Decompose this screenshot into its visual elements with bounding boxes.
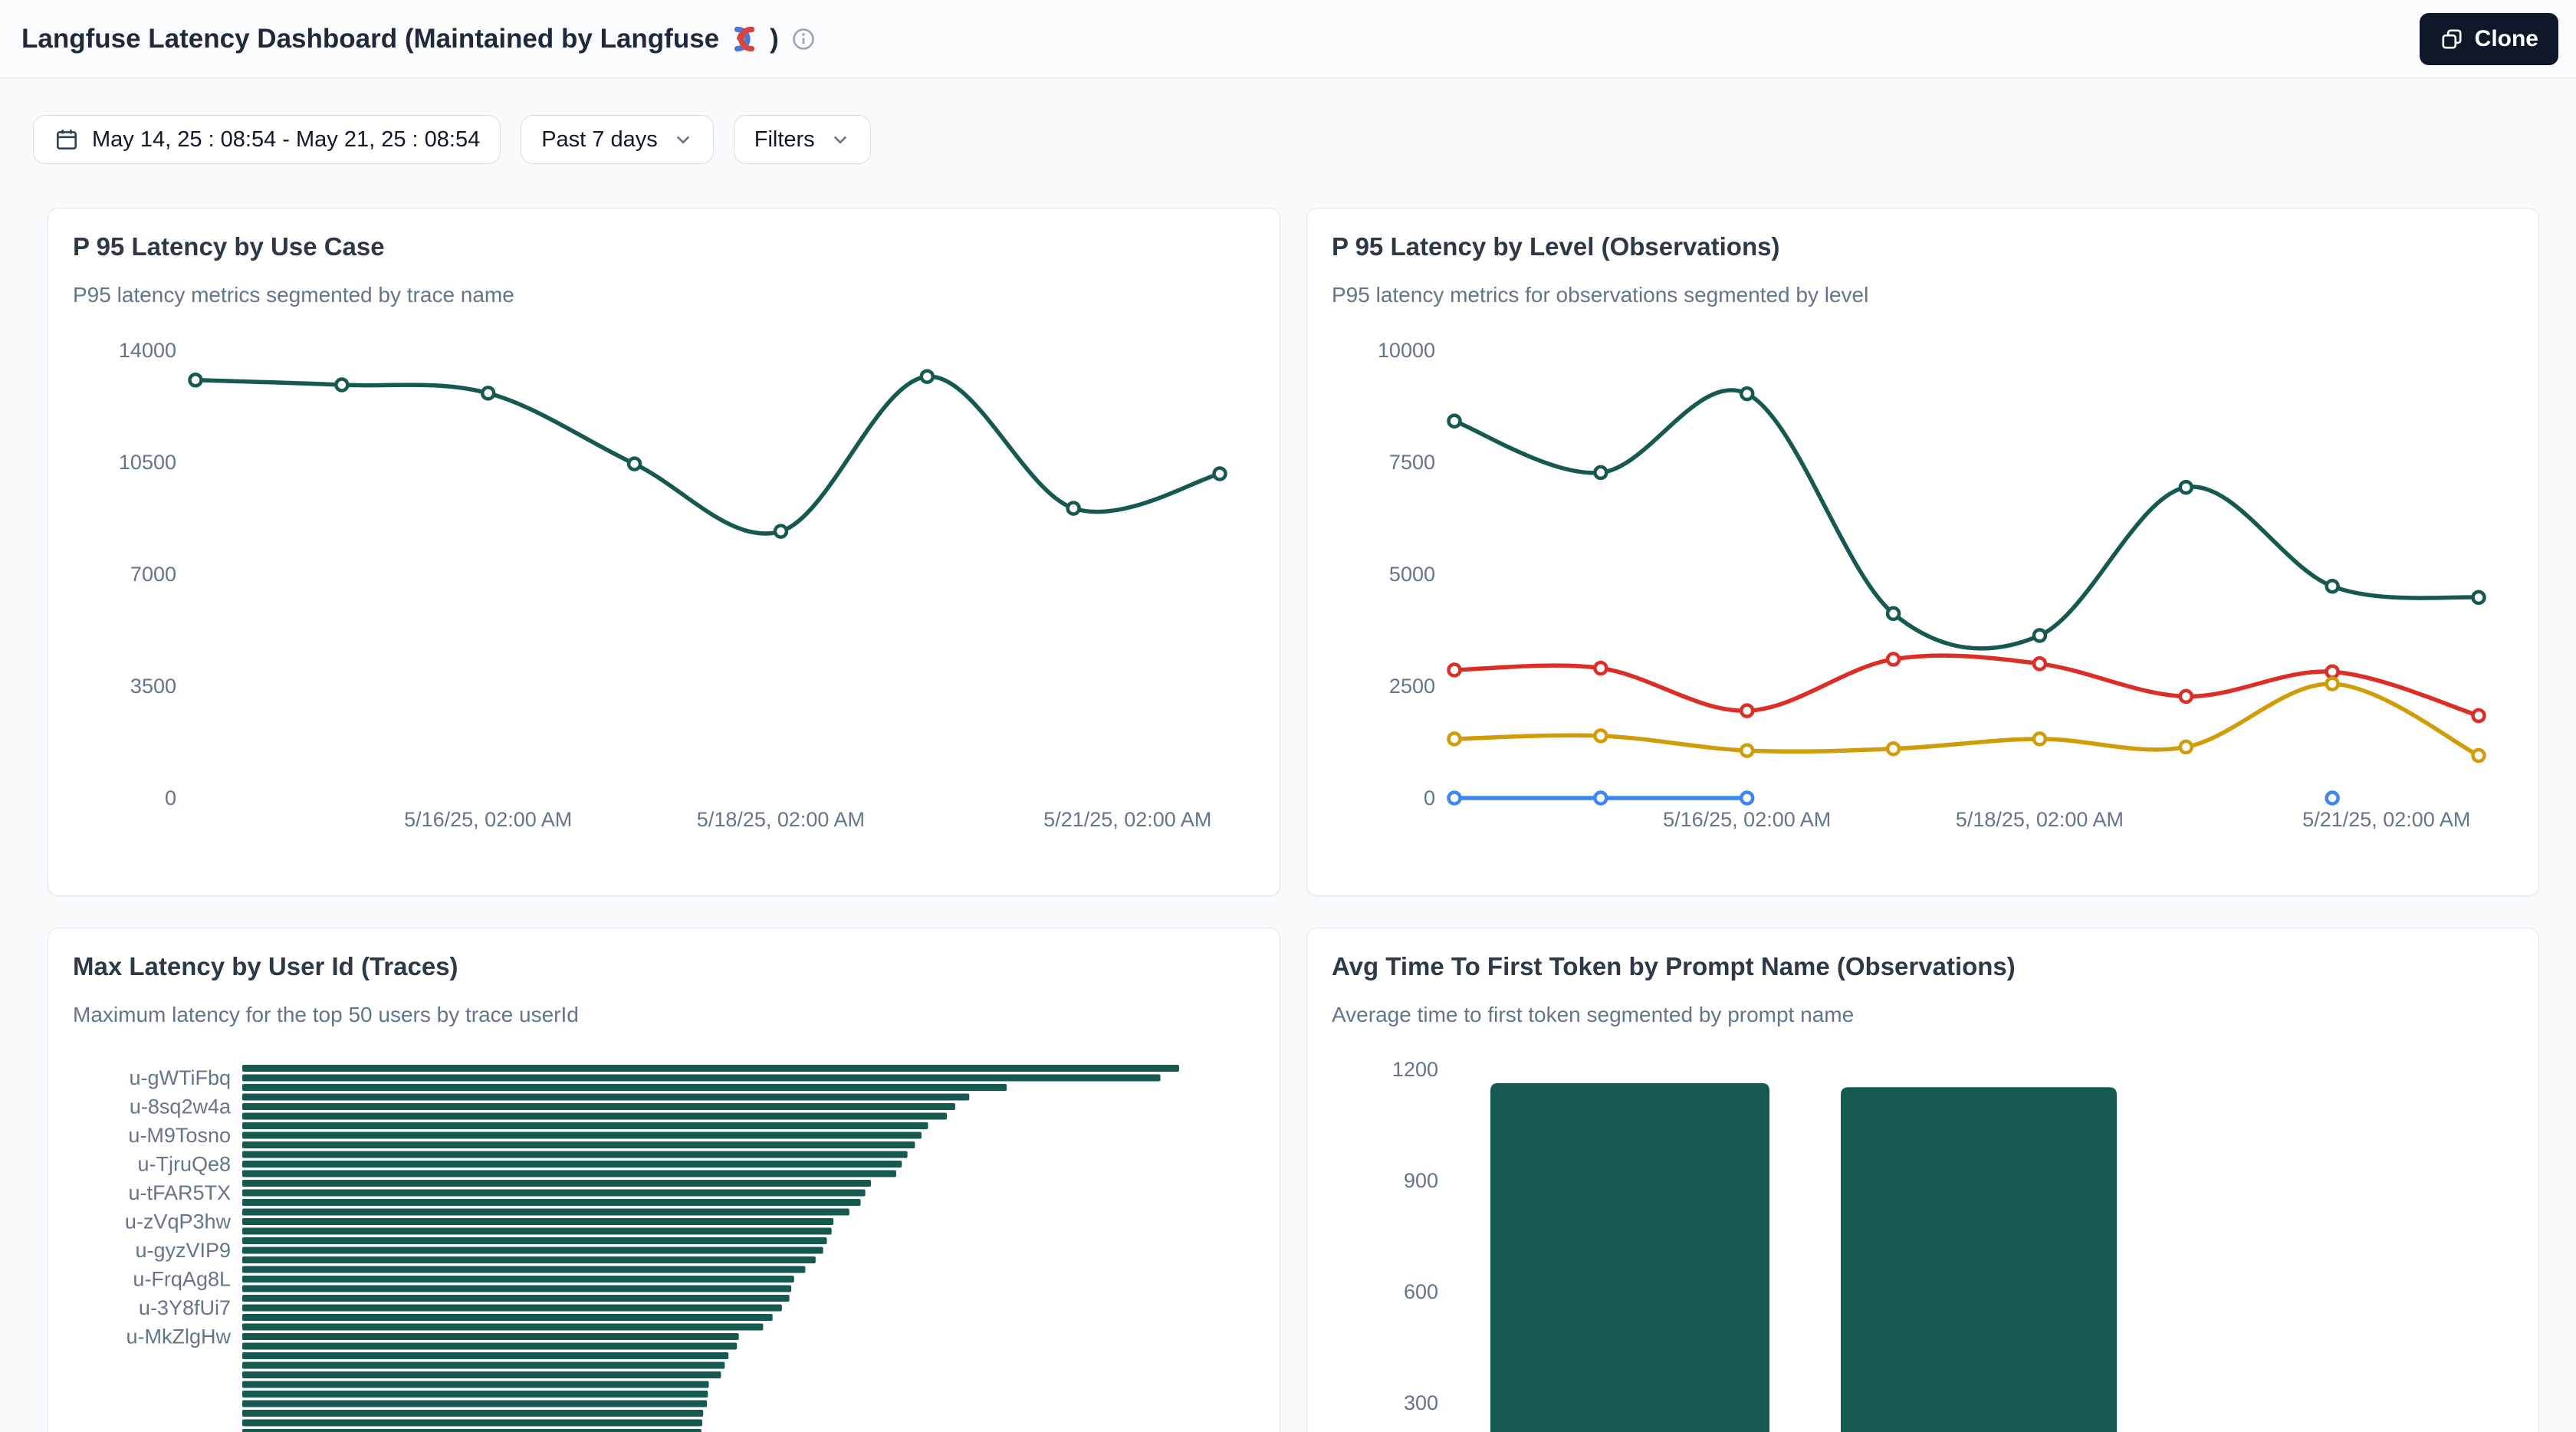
filter-toolbar: May 14, 25 : 08:54 - May 21, 25 : 08:54 …: [33, 115, 2576, 164]
svg-text:2500: 2500: [1389, 675, 1435, 698]
card-title: Max Latency by User Id (Traces): [73, 951, 1255, 982]
svg-text:5/21/25, 02:00 AM: 5/21/25, 02:00 AM: [1043, 808, 1211, 831]
page-title-text: Langfuse Latency Dashboard (Maintained b…: [21, 24, 719, 54]
svg-text:u-gyzVIP9: u-gyzVIP9: [135, 1239, 231, 1262]
svg-text:7000: 7000: [130, 563, 176, 586]
info-icon[interactable]: [791, 27, 816, 51]
card-p95-latency-level: P 95 Latency by Level (Observations) P95…: [1306, 208, 2539, 896]
svg-text:u-tFAR5TX: u-tFAR5TX: [128, 1181, 231, 1204]
copy-icon: [2440, 27, 2464, 51]
svg-text:u-FrqAg8L: u-FrqAg8L: [133, 1268, 231, 1291]
svg-text:300: 300: [1404, 1391, 1438, 1414]
langfuse-knot-emoji: [728, 23, 761, 55]
card-title: P 95 Latency by Level (Observations): [1332, 232, 2514, 262]
chart-avg-time-to-first-token[interactable]: 1200 900 600 300: [1332, 1049, 2515, 1432]
card-title: Avg Time To First Token by Prompt Name (…: [1332, 951, 2514, 982]
svg-text:0: 0: [1424, 787, 1435, 810]
calendar-icon: [54, 126, 80, 153]
svg-text:10500: 10500: [119, 451, 176, 474]
date-preset-select[interactable]: Past 7 days: [521, 115, 714, 164]
svg-text:10000: 10000: [1378, 339, 1435, 362]
svg-text:3500: 3500: [130, 675, 176, 698]
date-range-picker[interactable]: May 14, 25 : 08:54 - May 21, 25 : 08:54: [33, 115, 501, 164]
card-max-latency-user-id: Max Latency by User Id (Traces) Maximum …: [48, 928, 1280, 1432]
svg-text:u-M9Tosno: u-M9Tosno: [128, 1124, 231, 1147]
svg-text:u-MkZlgHw: u-MkZlgHw: [126, 1325, 231, 1348]
page-title-suffix: ): [770, 24, 779, 54]
date-preset-value: Past 7 days: [541, 127, 658, 153]
chevron-down-icon: [830, 130, 850, 149]
svg-text:0: 0: [165, 787, 176, 810]
chevron-down-icon: [673, 130, 693, 149]
svg-text:u-3Y8fUi7: u-3Y8fUi7: [139, 1296, 231, 1319]
svg-text:5000: 5000: [1389, 563, 1435, 586]
card-p95-latency-use-case: P 95 Latency by Use Case P95 latency met…: [48, 208, 1280, 896]
chart-p95-latency-use-case[interactable]: 0 3500 7000 10500 14000 5/16/25, 02:00 AM 5/18…: [73, 330, 1257, 836]
chart-p95-latency-level[interactable]: 0 2500 5000 7500 10000 5/16/25, 02:00 AM 5/18/…: [1332, 330, 2515, 836]
page-title: Langfuse Latency Dashboard (Maintained b…: [21, 23, 779, 55]
date-range-text: May 14, 25 : 08:54 - May 21, 25 : 08:54: [92, 127, 480, 153]
clone-button[interactable]: Clone: [2420, 13, 2558, 65]
svg-text:5/16/25, 02:00 AM: 5/16/25, 02:00 AM: [1663, 808, 1831, 831]
svg-text:5/21/25, 02:00 AM: 5/21/25, 02:00 AM: [2302, 808, 2470, 831]
svg-text:5/18/25, 02:00 AM: 5/18/25, 02:00 AM: [697, 808, 865, 831]
page-header: Langfuse Latency Dashboard (Maintained b…: [0, 0, 2576, 78]
card-subtitle: Average time to first token segmented by…: [1332, 1002, 2514, 1028]
clone-button-label: Clone: [2475, 26, 2538, 52]
svg-text:u-gWTiFbq: u-gWTiFbq: [129, 1066, 231, 1089]
card-avg-time-to-first-token: Avg Time To First Token by Prompt Name (…: [1306, 928, 2539, 1432]
chart-max-latency-user-id[interactable]: u-gWTiFbq u-8sq2w4a u-M9Tosno u-TjruQe8 u-tF…: [73, 1049, 1257, 1432]
svg-text:600: 600: [1404, 1280, 1438, 1303]
svg-text:14000: 14000: [119, 339, 176, 362]
card-subtitle: Maximum latency for the top 50 users by …: [73, 1002, 1255, 1028]
svg-text:u-zVqP3hw: u-zVqP3hw: [125, 1210, 232, 1233]
svg-text:900: 900: [1404, 1169, 1438, 1192]
filters-button[interactable]: Filters: [734, 115, 871, 164]
svg-text:1200: 1200: [1392, 1058, 1438, 1081]
card-subtitle: P95 latency metrics for observations seg…: [1332, 282, 2514, 308]
svg-text:u-TjruQe8: u-TjruQe8: [137, 1153, 231, 1176]
filters-label: Filters: [754, 127, 815, 153]
svg-text:5/18/25, 02:00 AM: 5/18/25, 02:00 AM: [1956, 808, 2124, 831]
card-subtitle: P95 latency metrics segmented by trace n…: [73, 282, 1255, 308]
svg-text:7500: 7500: [1389, 451, 1435, 474]
card-title: P 95 Latency by Use Case: [73, 232, 1255, 262]
svg-text:5/16/25, 02:00 AM: 5/16/25, 02:00 AM: [404, 808, 572, 831]
svg-text:u-8sq2w4a: u-8sq2w4a: [130, 1095, 232, 1118]
